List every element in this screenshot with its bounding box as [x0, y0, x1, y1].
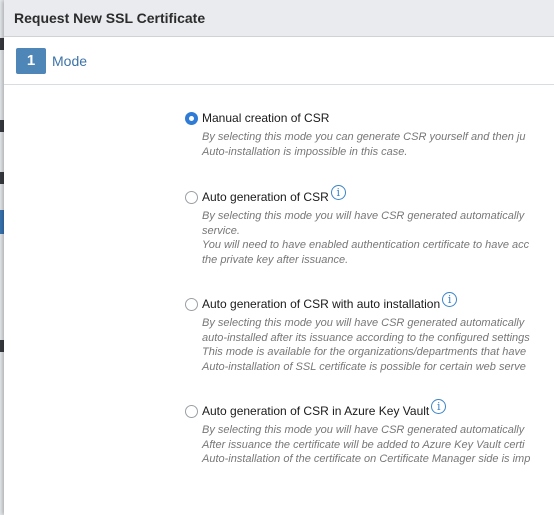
mode-option-description: By selecting this mode you will have CSR… [202, 209, 554, 267]
mode-option-description: By selecting this mode you will have CSR… [202, 316, 554, 374]
mode-option-azure-key-vault[interactable]: Auto generation of CSR in Azure Key Vaul… [185, 398, 554, 467]
mode-option-auto-csr-install[interactable]: Auto generation of CSR with auto install… [185, 291, 554, 374]
description-line: You will need to have enabled authentica… [202, 239, 530, 251]
mode-option-manual-csr[interactable]: Manual creation of CSR By selecting this… [185, 109, 554, 159]
mode-option-label[interactable]: Manual creation of CSR [202, 111, 329, 125]
step-label: Mode [52, 52, 88, 69]
description-line: service. [202, 224, 240, 237]
mode-option-label[interactable]: Auto generation of CSR in Azure Key Vaul… [202, 404, 429, 418]
description-line: Auto-installation of the certificate on … [202, 453, 531, 465]
description-line: the private key after issuance. [202, 253, 349, 266]
mode-option-description: By selecting this mode you will have CSR… [202, 423, 554, 467]
radio-azure-key-vault[interactable] [185, 404, 198, 418]
description-line: auto-installed after its issuance accord… [202, 331, 530, 344]
description-line: By selecting this mode you can generate … [202, 131, 526, 143]
radio-auto-csr-install[interactable] [185, 297, 198, 311]
description-line: This mode is available for the organizat… [202, 346, 527, 358]
mode-option-label[interactable]: Auto generation of CSR [202, 190, 329, 204]
mode-option-auto-csr[interactable]: Auto generation of CSR i By selecting th… [185, 184, 554, 267]
info-circle-icon[interactable]: i [442, 291, 458, 307]
wizard-step-bar: 1 Mode [4, 37, 554, 85]
description-line: By selecting this mode you will have CSR… [202, 317, 525, 329]
dialog-title: Request New SSL Certificate [14, 10, 206, 26]
description-line: After issuance the certificate will be a… [202, 438, 525, 451]
info-circle-icon[interactable]: i [330, 184, 346, 200]
radio-manual-csr[interactable] [185, 111, 198, 125]
description-line: By selecting this mode you will have CSR… [202, 424, 525, 436]
description-line: By selecting this mode you will have CSR… [202, 210, 525, 222]
info-circle-icon[interactable]: i [431, 398, 447, 414]
ssl-request-dialog: Request New SSL Certificate 1 Mode Manua… [4, 0, 554, 515]
description-line: Auto-installation is impossible in this … [202, 145, 408, 158]
description-line: Auto-installation of SSL certificate is … [202, 360, 526, 373]
mode-option-label[interactable]: Auto generation of CSR with auto install… [202, 297, 440, 311]
mode-option-description: By selecting this mode you can generate … [202, 130, 554, 159]
step-number-badge: 1 [16, 47, 46, 74]
radio-auto-csr[interactable] [185, 190, 198, 204]
dialog-titlebar[interactable]: Request New SSL Certificate [4, 0, 554, 37]
